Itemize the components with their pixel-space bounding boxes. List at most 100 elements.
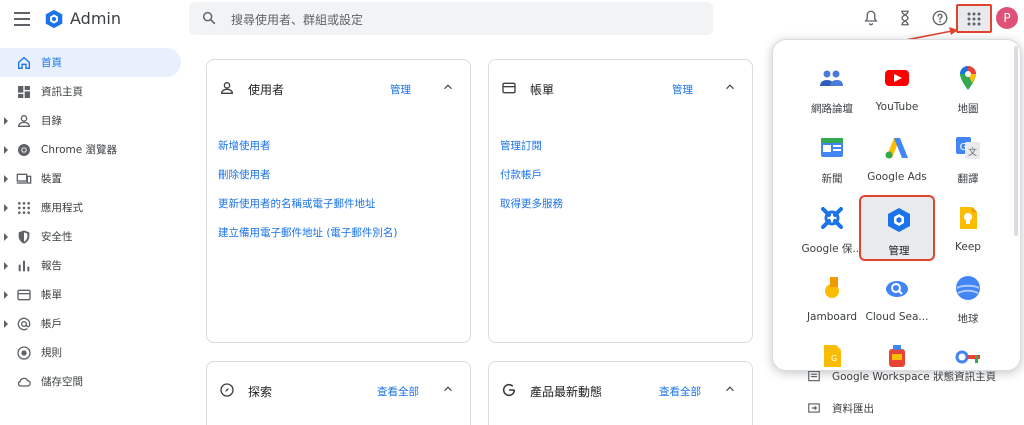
bar-chart-icon <box>18 260 30 271</box>
dashboard-list-icon <box>808 370 820 382</box>
main-menu-icon[interactable] <box>14 12 30 26</box>
sidebar-item[interactable]: 安全性 <box>0 222 186 251</box>
app-tile-label: YouTube <box>875 101 919 113</box>
card-link[interactable]: 管理訂閱 <box>500 139 563 168</box>
svg-text:G: G <box>831 354 837 363</box>
sidebar-nav: 首頁資訊主頁 目錄 Chrome 瀏覽器裝置應用程式安全性報告帳單帳戶規則 儲存空間 <box>0 48 186 396</box>
chevron-up-icon[interactable] <box>441 382 455 396</box>
billing-card: 帳單 管理 管理訂閱 付款帳戶 取得更多服務 <box>488 59 753 343</box>
data-export-label: 資料匯出 <box>832 402 874 415</box>
app-title: Admin <box>70 9 121 28</box>
app-tile[interactable]: 地圖 <box>930 55 1006 121</box>
app-tile[interactable]: Keep <box>930 195 1006 261</box>
expand-caret-icon[interactable] <box>4 117 8 125</box>
travel-icon[interactable] <box>884 343 910 369</box>
chevron-up-icon[interactable] <box>723 80 737 94</box>
expand-caret-icon[interactable] <box>4 262 8 270</box>
translate-icon: G文 <box>956 137 980 159</box>
google-apps-button[interactable] <box>956 4 992 33</box>
chevron-up-icon[interactable] <box>441 80 455 94</box>
updates-view-all-link[interactable]: 查看全部 <box>659 384 701 399</box>
card-link[interactable]: 刪除使用者 <box>218 168 398 197</box>
card-link[interactable]: 新增使用者 <box>218 139 398 168</box>
expand-caret-icon[interactable] <box>4 233 8 241</box>
chrome-icon <box>18 143 30 156</box>
shield-icon <box>18 229 30 244</box>
billing-manage-link[interactable]: 管理 <box>672 82 693 97</box>
app-tile[interactable]: G 文翻譯 <box>930 125 1006 191</box>
users-manage-link[interactable]: 管理 <box>390 82 411 97</box>
person-icon <box>17 114 31 127</box>
app-tile[interactable]: 管理 <box>859 195 935 261</box>
admin-logo-icon[interactable] <box>43 8 65 30</box>
app-tile[interactable]: Cloud Sea... <box>859 265 935 331</box>
person-icon <box>220 82 234 94</box>
card-link[interactable]: 取得更多服務 <box>500 197 563 226</box>
users-card-header: 使用者 管理 <box>207 60 470 106</box>
keep-bulb-icon <box>960 207 977 229</box>
sidebar-item[interactable]: 規則 <box>0 338 186 367</box>
sidebar-item[interactable]: 裝置 <box>0 164 186 193</box>
sidebar-item[interactable]: 儲存空間 <box>0 367 186 396</box>
google-ads-icon <box>885 138 908 159</box>
youtube-icon <box>885 70 909 86</box>
admin-hexagon-icon <box>888 208 910 232</box>
sidebar-item[interactable]: 報告 <box>0 251 186 280</box>
account-avatar[interactable]: P <box>996 7 1018 29</box>
expand-caret-icon[interactable] <box>4 146 8 154</box>
sidebar-item[interactable]: Chrome 瀏覽器 <box>0 135 186 164</box>
sidebar-item-label: 安全性 <box>41 231 73 243</box>
app-tile-label: Google Ads <box>867 171 927 183</box>
sidebar-item-label: 報告 <box>41 260 62 272</box>
app-tile-label: Cloud Sea... <box>865 311 929 323</box>
key-icon[interactable] <box>955 343 981 369</box>
card-link[interactable]: 建立備用電子郵件地址 (電子郵件別名) <box>218 226 398 255</box>
expand-caret-icon[interactable] <box>4 175 8 183</box>
hourglass-tasks-icon[interactable] <box>896 9 914 27</box>
app-tile[interactable]: YouTube <box>859 55 935 121</box>
expand-caret-icon[interactable] <box>4 204 8 212</box>
app-tile[interactable]: Google Ads <box>859 125 935 191</box>
svg-text:文: 文 <box>968 146 977 158</box>
search-bar[interactable]: 搜尋使用者、群組或設定 <box>189 2 713 35</box>
data-export-link[interactable]: 資料匯出 <box>807 400 874 416</box>
credit-card-icon <box>502 82 516 94</box>
top-bar: Admin 搜尋使用者、群組或設定 P <box>0 0 1024 38</box>
news-icon <box>821 138 843 157</box>
explore-view-all-link[interactable]: 查看全部 <box>377 384 419 399</box>
billing-card-header: 帳單 管理 <box>489 60 752 106</box>
app-launcher-panel: 網路論壇 YouTube 地圖 新聞 Google Ads G 文翻譯 Google 保...… <box>772 39 1021 371</box>
card-link[interactable]: 付款帳戶 <box>500 168 563 197</box>
vault-icon <box>821 207 843 229</box>
expand-caret-icon[interactable] <box>4 320 8 328</box>
launcher-scrollbar[interactable] <box>1014 46 1018 236</box>
search-input[interactable]: 搜尋使用者、群組或設定 <box>231 11 363 28</box>
app-tile[interactable]: 地球 <box>930 265 1006 331</box>
sidebar-item[interactable]: 帳戶 <box>0 309 186 338</box>
home-icon <box>18 56 30 69</box>
workspace-doc-icon[interactable]: G <box>819 343 845 369</box>
card-link[interactable]: 更新使用者的名稱或電子郵件地址 <box>218 197 398 226</box>
sidebar-item-label: 帳戶 <box>41 318 62 330</box>
sidebar-item[interactable]: 首頁 <box>0 48 181 77</box>
credit-card-icon <box>17 289 31 300</box>
expand-caret-icon[interactable] <box>4 291 8 299</box>
sidebar-item-label: 首頁 <box>41 57 62 69</box>
users-card-title: 使用者 <box>248 83 285 97</box>
billing-card-title: 帳單 <box>530 83 555 97</box>
chevron-up-icon[interactable] <box>723 382 737 396</box>
earth-icon <box>956 276 980 300</box>
sidebar-item[interactable]: 應用程式 <box>0 193 186 222</box>
app-tile-label: 管理 <box>888 245 910 257</box>
apps-grid-icon <box>967 12 981 26</box>
sidebar-item[interactable]: 帳單 <box>0 280 186 309</box>
help-icon[interactable] <box>931 9 949 27</box>
sidebar-item[interactable]: 資訊主頁 <box>0 77 186 106</box>
jamboard-icon <box>825 277 839 298</box>
maps-pin-icon <box>960 66 976 90</box>
devices-icon <box>16 173 32 184</box>
app-launcher-grid: 網路論壇 YouTube 地圖 新聞 Google Ads G 文翻譯 Google 保...… <box>773 40 1020 370</box>
sidebar-item[interactable]: 目錄 <box>0 106 186 135</box>
sidebar-item-label: 裝置 <box>41 173 62 185</box>
notifications-bell-icon[interactable] <box>862 9 880 27</box>
